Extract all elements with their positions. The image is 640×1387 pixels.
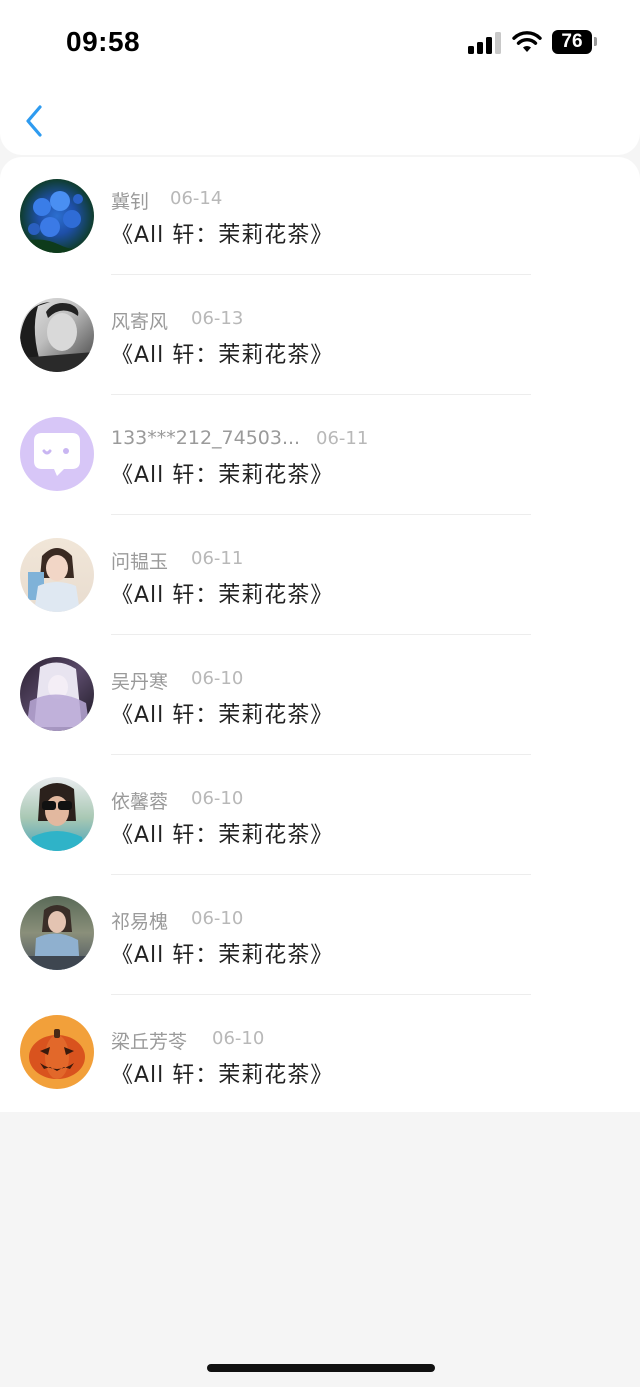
list-item[interactable]: 问韫玉 06-11 《All 轩：茉莉花茶》 [0, 517, 640, 637]
comment-list: 冀钊 06-14 《All 轩：茉莉花茶》 风寄风 06-13 《All 轩：茉… [0, 157, 640, 1112]
avatar[interactable] [20, 417, 94, 491]
comment-date: 06-11 [316, 428, 369, 449]
comment-title: 《All 轩：茉莉花茶》 [111, 823, 334, 848]
comment-title: 《All 轩：茉莉花茶》 [111, 463, 334, 488]
divider [111, 394, 531, 395]
list-item[interactable]: 依馨蓉 06-10 《All 轩：茉莉花茶》 [0, 757, 640, 877]
commenter-name[interactable]: 依馨蓉 [111, 787, 168, 814]
divider [111, 514, 531, 515]
commenter-name[interactable]: 133***212_74503... [111, 427, 300, 449]
avatar[interactable] [20, 298, 94, 372]
list-item[interactable]: 祁易槐 06-10 《All 轩：茉莉花茶》 [0, 877, 640, 997]
list-item[interactable]: 梁丘芳苓 06-10 《All 轩：茉莉花茶》 [0, 997, 640, 1117]
commenter-name[interactable]: 祁易槐 [111, 907, 168, 934]
list-item[interactable]: 吴丹寒 06-10 《All 轩：茉莉花茶》 [0, 637, 640, 757]
avatar[interactable] [20, 896, 94, 970]
comment-date: 06-14 [170, 188, 223, 209]
divider [111, 754, 531, 755]
avatar[interactable] [20, 657, 94, 731]
battery-level: 76 [552, 30, 592, 54]
divider [111, 994, 531, 995]
list-item[interactable]: 133***212_74503... 06-11 《All 轩：茉莉花茶》 [0, 397, 640, 517]
commenter-name[interactable]: 梁丘芳苓 [111, 1027, 187, 1054]
chevron-left-icon [26, 105, 42, 137]
avatar[interactable] [20, 179, 94, 253]
comment-date: 06-10 [191, 788, 244, 809]
comment-title: 《All 轩：茉莉花茶》 [111, 943, 334, 968]
divider [111, 274, 531, 275]
avatar[interactable] [20, 1015, 94, 1089]
status-bar: 09:58 76 [0, 0, 640, 86]
chat-bubble-icon [34, 433, 80, 476]
divider [111, 874, 531, 875]
comment-title: 《All 轩：茉莉花茶》 [111, 703, 334, 728]
battery-tip-icon [594, 37, 597, 46]
cellular-signal-icon [468, 32, 502, 54]
commenter-name[interactable]: 冀钊 [111, 187, 149, 214]
comment-date: 06-10 [191, 908, 244, 929]
list-item[interactable]: 冀钊 06-14 《All 轩：茉莉花茶》 [0, 157, 640, 277]
commenter-name[interactable]: 问韫玉 [111, 547, 168, 574]
home-indicator[interactable] [207, 1364, 435, 1372]
avatar[interactable] [20, 777, 94, 851]
comment-title: 《All 轩：茉莉花茶》 [111, 1063, 334, 1088]
list-item[interactable]: 风寄风 06-13 《All 轩：茉莉花茶》 [0, 277, 640, 397]
comment-date: 06-10 [191, 668, 244, 689]
comment-title: 《All 轩：茉莉花茶》 [111, 223, 334, 248]
commenter-name[interactable]: 风寄风 [111, 307, 168, 334]
comment-date: 06-10 [212, 1028, 265, 1049]
comment-title: 《All 轩：茉莉花茶》 [111, 583, 334, 608]
back-button[interactable] [20, 100, 54, 142]
divider [111, 634, 531, 635]
status-time: 09:58 [66, 26, 141, 57]
comment-title: 《All 轩：茉莉花茶》 [111, 343, 334, 368]
wifi-icon [512, 31, 542, 52]
header: 09:58 76 [0, 0, 640, 155]
commenter-name[interactable]: 吴丹寒 [111, 667, 168, 694]
comment-date: 06-13 [191, 308, 244, 329]
pumpkin-icon [29, 1029, 85, 1079]
avatar[interactable] [20, 538, 94, 612]
comment-date: 06-11 [191, 548, 244, 569]
